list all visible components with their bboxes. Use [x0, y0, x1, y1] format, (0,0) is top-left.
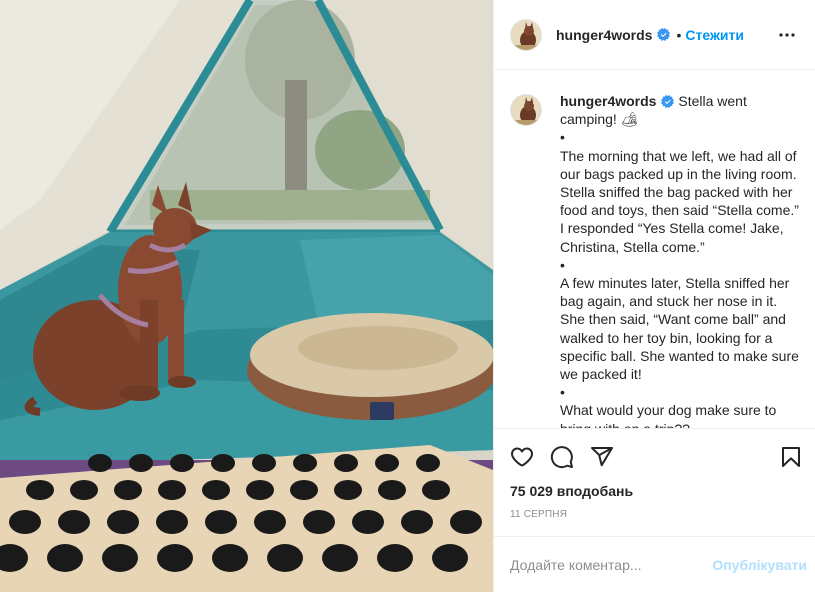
soundboard-button — [26, 480, 54, 500]
soundboard-button — [352, 510, 384, 534]
comments-section: hunger4words Stella went camping! 🏕 • Th… — [494, 70, 815, 428]
soundboard-button — [157, 544, 193, 572]
post-caption: hunger4words Stella went camping! 🏕 • Th… — [560, 92, 799, 428]
comment-input[interactable] — [510, 556, 713, 573]
save-button[interactable] — [779, 445, 803, 469]
add-comment-bar: Опублікувати — [494, 536, 815, 592]
soundboard-button — [212, 544, 248, 572]
header-username[interactable]: hunger4words — [556, 27, 652, 43]
soundboard-button — [58, 510, 90, 534]
comment-icon — [550, 446, 573, 469]
post-date[interactable]: 11 СЕРПНЯ — [510, 509, 803, 520]
soundboard-button — [254, 510, 286, 534]
caption-row: hunger4words Stella went camping! 🏕 • Th… — [510, 92, 799, 428]
comment-button[interactable] — [550, 445, 574, 469]
soundboard-button — [47, 544, 83, 572]
post-photo[interactable] — [0, 0, 493, 592]
soundboard-button — [401, 510, 433, 534]
soundboard-button — [293, 454, 317, 472]
soundboard-button — [205, 510, 237, 534]
soundboard-button — [70, 480, 98, 500]
soundboard-button — [378, 480, 406, 500]
more-horizontal-icon — [779, 32, 795, 37]
likes-count[interactable]: 75 029 вподобань — [510, 483, 803, 499]
photo-dog-in-tent — [0, 0, 493, 592]
soundboard-button — [102, 544, 138, 572]
soundboard-button — [246, 480, 274, 500]
soundboard-button — [9, 510, 41, 534]
soundboard-button — [375, 454, 399, 472]
verified-badge-icon — [657, 28, 671, 41]
caption-text: Stella went camping! 🏕 • The morning tha… — [560, 93, 799, 428]
more-options-button[interactable] — [775, 23, 799, 47]
verified-badge-icon — [661, 95, 675, 108]
avatar-dog-image — [511, 19, 541, 50]
like-button[interactable] — [510, 445, 534, 469]
caption-username[interactable]: hunger4words — [560, 93, 656, 109]
soundboard-button — [303, 510, 335, 534]
instagram-post: hunger4words • Стежити hunger4words Stel… — [0, 0, 815, 592]
soundboard-button — [202, 480, 230, 500]
share-button[interactable] — [590, 445, 614, 469]
caption-avatar[interactable] — [510, 94, 542, 126]
soundboard-button — [422, 480, 450, 500]
post-actions: 75 029 вподобань 11 СЕРПНЯ — [494, 428, 815, 536]
post-side-panel: hunger4words • Стежити hunger4words Stel… — [493, 0, 815, 592]
soundboard-button — [158, 480, 186, 500]
soundboard-button — [416, 454, 440, 472]
avatar-dog-image — [511, 95, 541, 125]
post-comment-button[interactable]: Опублікувати — [712, 557, 811, 573]
soundboard-button — [334, 454, 358, 472]
action-icons — [510, 437, 803, 477]
follow-button[interactable]: Стежити — [685, 27, 744, 43]
soundboard-button — [432, 544, 468, 572]
soundboard-button — [377, 544, 413, 572]
soundboard-button — [170, 454, 194, 472]
header-separator: • — [676, 26, 682, 43]
soundboard-button — [114, 480, 142, 500]
soundboard-button — [267, 544, 303, 572]
post-header: hunger4words • Стежити — [494, 0, 815, 70]
soundboard-button — [129, 454, 153, 472]
soundboard-button — [156, 510, 188, 534]
soundboard-button — [450, 510, 482, 534]
soundboard-button — [252, 454, 276, 472]
soundboard-button — [334, 480, 362, 500]
soundboard-button — [88, 454, 112, 472]
share-icon — [591, 447, 613, 467]
soundboard-button — [322, 544, 358, 572]
soundboard-button — [211, 454, 235, 472]
bookmark-icon — [782, 447, 800, 467]
heart-icon — [510, 447, 534, 467]
soundboard-button — [290, 480, 318, 500]
soundboard-button — [107, 510, 139, 534]
avatar[interactable] — [510, 18, 542, 51]
